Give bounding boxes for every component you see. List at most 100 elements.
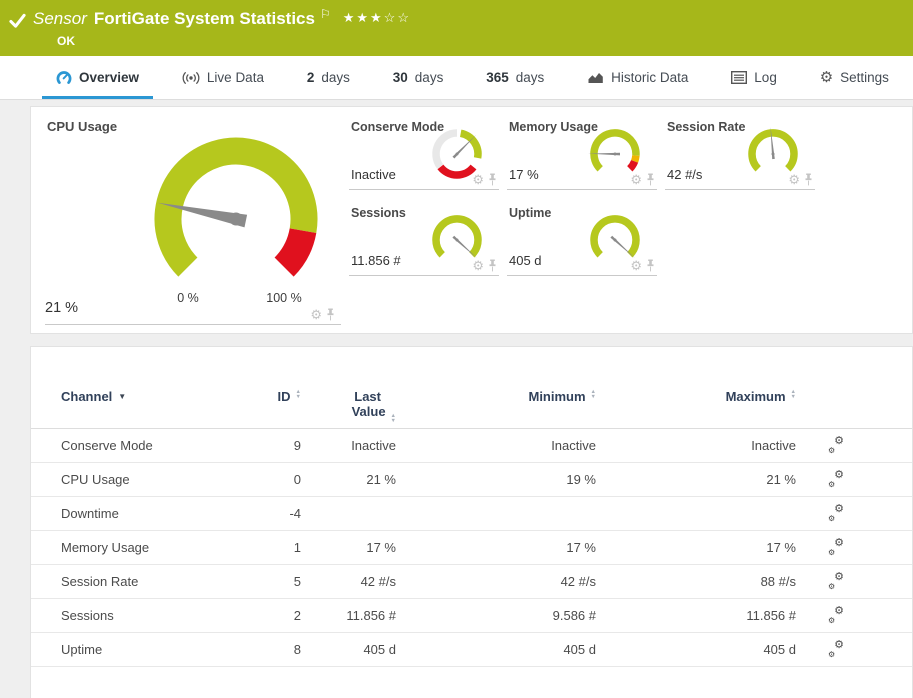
gauge-settings-gear-icon[interactable]: ⚙ xyxy=(630,173,642,186)
gauge-scale-max: 100 % xyxy=(266,291,302,305)
gauge-pin-icon[interactable] xyxy=(488,259,497,272)
channel-minimum: Inactive xyxy=(551,438,596,453)
channel-settings-icon[interactable]: ⚙ ⚙ xyxy=(828,605,844,625)
gauge-icon xyxy=(56,70,72,86)
gauge-session-rate: Session Rate 42 #/s ⚙ xyxy=(665,117,815,190)
gauge-uptime: Uptime 405 d ⚙ xyxy=(507,203,657,276)
gauge-conserve-mode: Conserve Mode Inactive ⚙ xyxy=(349,117,499,190)
channel-minimum: 9.586 # xyxy=(552,608,596,623)
channel-id: 8 xyxy=(293,642,301,657)
channel-last-value: 21 % xyxy=(366,472,396,487)
tab-label: Log xyxy=(754,70,777,85)
channel-table-panel: Channel ▼ ID ▲ ▼ Last Value ▲ ▼ Minimum ▲ ▼ … xyxy=(30,346,913,698)
gauge-settings-gear-icon[interactable]: ⚙ xyxy=(788,173,800,186)
table-row: Session Rate 5 42 #/s 42 #/s 88 #/s ⚙ ⚙ xyxy=(31,565,912,599)
channel-id: 5 xyxy=(293,574,301,589)
table-row: Conserve Mode 9 Inactive Inactive Inactive ⚙ ⚙ xyxy=(31,429,912,463)
gauge-pin-icon[interactable] xyxy=(326,308,335,321)
live-data-icon xyxy=(182,71,200,85)
channel-last-value: 11.856 # xyxy=(346,608,396,623)
gauge-settings-gear-icon[interactable]: ⚙ xyxy=(472,259,484,272)
tab-label: days xyxy=(321,70,350,85)
channel-settings-icon[interactable]: ⚙ ⚙ xyxy=(828,469,844,489)
status-ok-check-icon xyxy=(9,12,26,29)
gauge-value: 17 % xyxy=(509,167,539,182)
channel-minimum: 17 % xyxy=(566,540,596,555)
sensor-header: Sensor FortiGate System Statistics ⚐ ★★★… xyxy=(0,0,913,56)
tab-label: Historic Data xyxy=(611,70,689,85)
priority-flag-icon[interactable]: ⚐ xyxy=(320,4,331,24)
channel-name[interactable]: Session Rate xyxy=(61,574,241,589)
priority-stars[interactable]: ★★★☆☆ xyxy=(343,8,411,28)
column-header-id[interactable]: ID ▲ ▼ xyxy=(241,389,301,428)
tab-number: 365 xyxy=(486,70,509,85)
gauge-pin-icon[interactable] xyxy=(488,173,497,186)
gauge-pin-icon[interactable] xyxy=(646,259,655,272)
channel-name[interactable]: Uptime xyxy=(61,642,241,657)
table-row: Memory Usage 1 17 % 17 % 17 % ⚙ ⚙ xyxy=(31,531,912,565)
channel-name[interactable]: Conserve Mode xyxy=(61,438,241,453)
tab-live-data[interactable]: Live Data xyxy=(168,56,278,99)
column-header-minimum[interactable]: Minimum ▲ ▼ xyxy=(396,389,596,428)
page-title: FortiGate System Statistics xyxy=(93,9,315,28)
tab-2-days[interactable]: 2 days xyxy=(293,56,364,99)
page-content: CPU Usage 0 % 100 % 21 % ⚙ Conserve Mode… xyxy=(0,100,913,698)
gauge-settings-gear-icon[interactable]: ⚙ xyxy=(310,308,322,321)
channel-name[interactable]: Downtime xyxy=(61,506,241,521)
column-header-channel[interactable]: Channel ▼ xyxy=(61,389,241,428)
gauge-settings-gear-icon[interactable]: ⚙ xyxy=(472,173,484,186)
column-header-last-value[interactable]: Last Value ▲ ▼ xyxy=(301,389,396,428)
channel-settings-icon[interactable]: ⚙ ⚙ xyxy=(828,435,844,455)
channel-id: 9 xyxy=(293,438,301,453)
table-row: CPU Usage 0 21 % 19 % 21 % ⚙ ⚙ xyxy=(31,463,912,497)
sort-icon: ▲ ▼ xyxy=(295,389,301,400)
sort-desc-icon: ▼ xyxy=(118,392,127,401)
historic-data-icon xyxy=(587,71,604,84)
gauge-title: Uptime xyxy=(509,206,552,220)
gauge-title: Session Rate xyxy=(667,120,746,134)
tab-log[interactable]: Log xyxy=(717,56,791,99)
channel-id: 0 xyxy=(293,472,301,487)
gauge-settings-gear-icon[interactable]: ⚙ xyxy=(630,259,642,272)
channel-settings-icon[interactable]: ⚙ ⚙ xyxy=(828,571,844,591)
gauge-cpu-usage: CPU Usage 0 % 100 % 21 % ⚙ xyxy=(31,107,349,333)
sort-icon: ▲ ▼ xyxy=(790,389,796,400)
channel-settings-icon[interactable]: ⚙ ⚙ xyxy=(828,537,844,557)
title-block: Sensor FortiGate System Statistics ⚐ ★★★… xyxy=(33,7,411,48)
channel-last-value: 17 % xyxy=(366,540,396,555)
channel-name[interactable]: CPU Usage xyxy=(61,472,241,487)
tab-30-days[interactable]: 30 days xyxy=(379,56,458,99)
gauge-value: 405 d xyxy=(509,253,542,268)
channel-last-value: 42 #/s xyxy=(360,574,396,589)
table-body: Conserve Mode 9 Inactive Inactive Inactive ⚙ ⚙… xyxy=(31,429,912,667)
gauge-pin-icon[interactable] xyxy=(646,173,655,186)
small-gauges-grid: Conserve Mode Inactive ⚙ Memory Usage 17 % ⚙ S… xyxy=(349,117,815,276)
channel-settings-icon[interactable]: ⚙ ⚙ xyxy=(828,639,844,659)
channel-maximum: 405 d xyxy=(763,642,796,657)
tab-label: Settings xyxy=(840,70,889,85)
gauge-title: CPU Usage xyxy=(47,119,118,134)
sensor-status-badge: OK xyxy=(57,34,75,48)
tab-historic-data[interactable]: Historic Data xyxy=(573,56,702,99)
gauge-value: 42 #/s xyxy=(667,167,703,182)
gauge-title: Sessions xyxy=(351,206,406,220)
channel-id: 1 xyxy=(293,540,301,555)
channel-maximum: 21 % xyxy=(766,472,796,487)
channel-minimum: 42 #/s xyxy=(560,574,596,589)
tab-365-days[interactable]: 365 days xyxy=(472,56,558,99)
channel-id: 2 xyxy=(293,608,301,623)
gauge-value: 11.856 # xyxy=(351,253,401,268)
channel-maximum: Inactive xyxy=(751,438,796,453)
channel-settings-icon[interactable]: ⚙ ⚙ xyxy=(828,503,844,523)
gauge-dial xyxy=(154,137,318,277)
gauge-value: Inactive xyxy=(351,167,396,182)
gauge-scale-min: 0 % xyxy=(177,291,199,305)
tab-settings[interactable]: ⚙ Settings xyxy=(806,56,903,99)
column-header-maximum[interactable]: Maximum ▲ ▼ xyxy=(596,389,796,428)
tab-overview[interactable]: Overview xyxy=(42,56,154,99)
gauges-panel: CPU Usage 0 % 100 % 21 % ⚙ Conserve Mode… xyxy=(30,106,913,334)
channel-name[interactable]: Sessions xyxy=(61,608,241,623)
table-header: Channel ▼ ID ▲ ▼ Last Value ▲ ▼ Minimum ▲ ▼ … xyxy=(31,389,912,429)
channel-name[interactable]: Memory Usage xyxy=(61,540,241,555)
gauge-pin-icon[interactable] xyxy=(804,173,813,186)
